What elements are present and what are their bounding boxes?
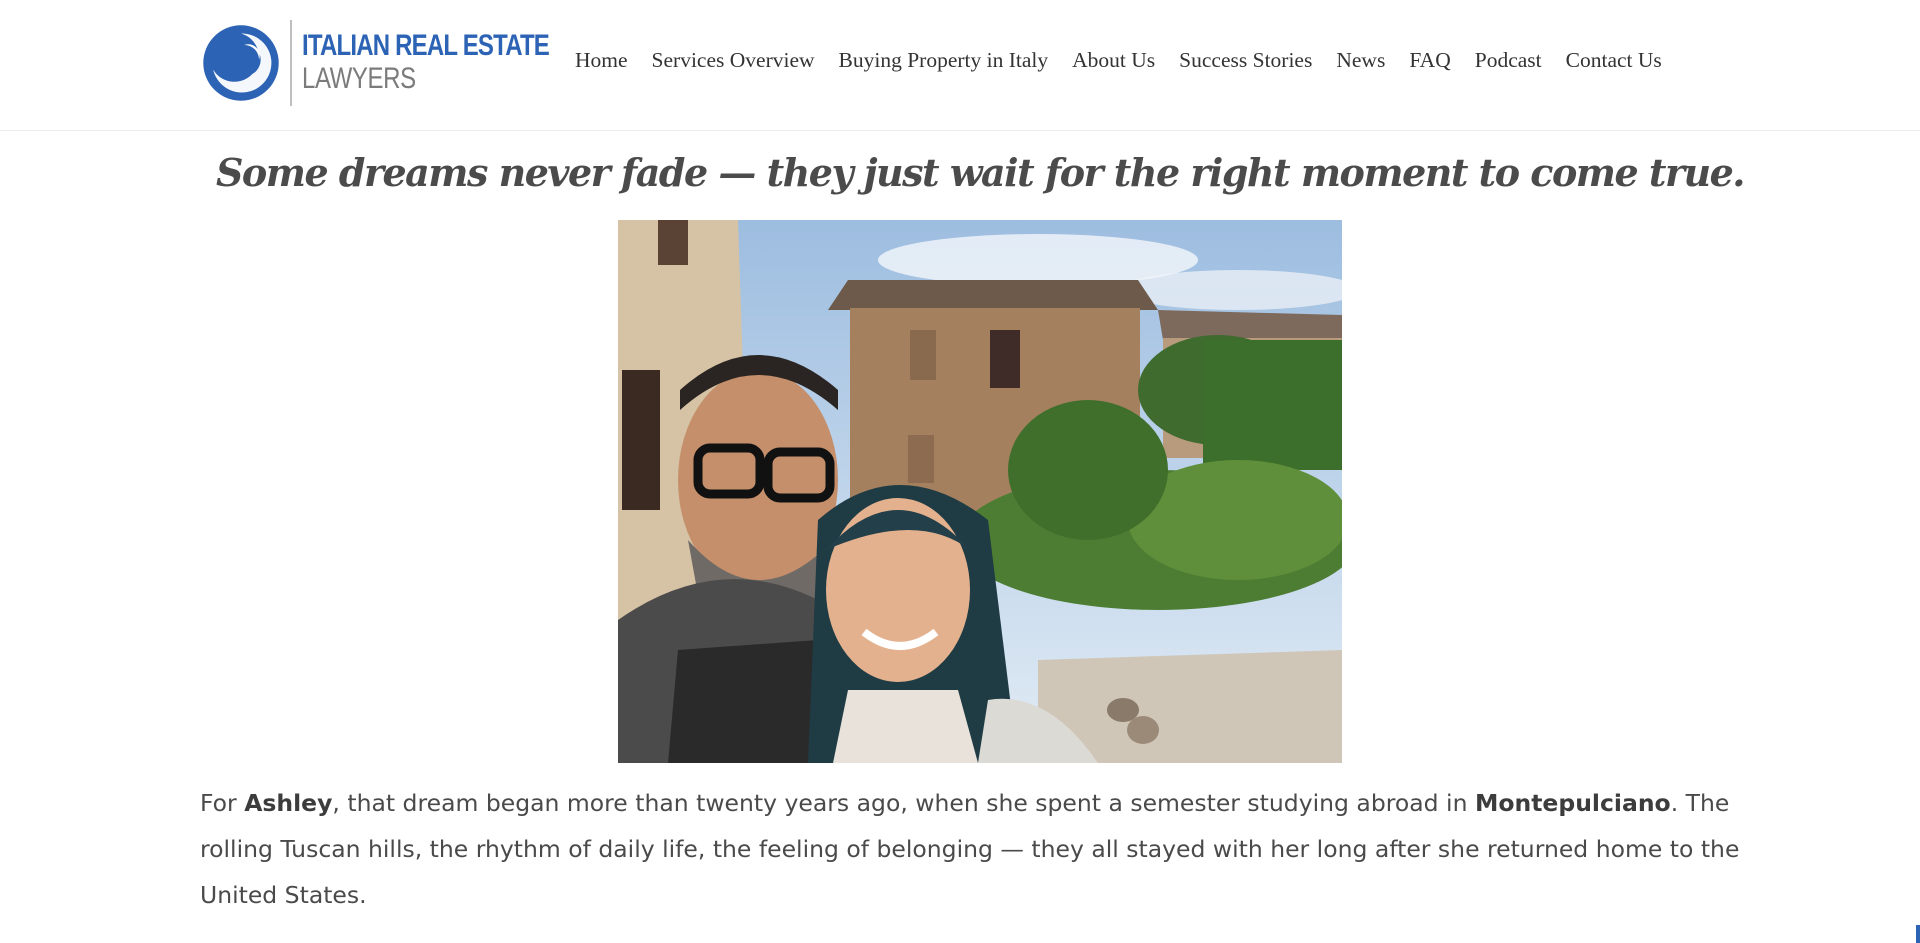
- nav-about-us[interactable]: About Us: [1072, 48, 1155, 73]
- intro-text-1: For: [200, 789, 245, 817]
- site-logo[interactable]: ITALIAN REAL ESTATE LAWYERS: [200, 16, 550, 110]
- logo-text-line2: LAWYERS: [302, 62, 416, 95]
- nav-success-stories[interactable]: Success Stories: [1179, 48, 1312, 73]
- swirl-logo-icon: [203, 25, 279, 101]
- story-intro-paragraph: For Ashley, that dream began more than t…: [200, 780, 1740, 918]
- nav-contact-us[interactable]: Contact Us: [1566, 48, 1662, 73]
- nav-news[interactable]: News: [1336, 48, 1385, 73]
- nav-home[interactable]: Home: [575, 48, 628, 73]
- logo-divider: [290, 20, 292, 106]
- couple-selfie-photo: [618, 220, 1342, 763]
- intro-name: Ashley: [244, 789, 333, 817]
- article-tagline: Some dreams never fade — they just wait …: [215, 150, 1746, 195]
- nav-faq[interactable]: FAQ: [1409, 48, 1450, 73]
- nav-buying-property-in-italy[interactable]: Buying Property in Italy: [839, 48, 1049, 73]
- intro-place: Montepulciano: [1474, 789, 1671, 817]
- nav-services-overview[interactable]: Services Overview: [652, 48, 815, 73]
- edge-marker: [1916, 925, 1920, 943]
- nav-podcast[interactable]: Podcast: [1475, 48, 1542, 73]
- intro-text-2: , that dream began more than twenty year…: [332, 789, 1475, 817]
- site-header: ITALIAN REAL ESTATE LAWYERS Home Service…: [0, 0, 1920, 131]
- main-nav: Home Services Overview Buying Property i…: [575, 48, 1662, 73]
- photo-illustration: [618, 220, 1342, 763]
- logo-text-line1: ITALIAN REAL ESTATE: [302, 29, 550, 62]
